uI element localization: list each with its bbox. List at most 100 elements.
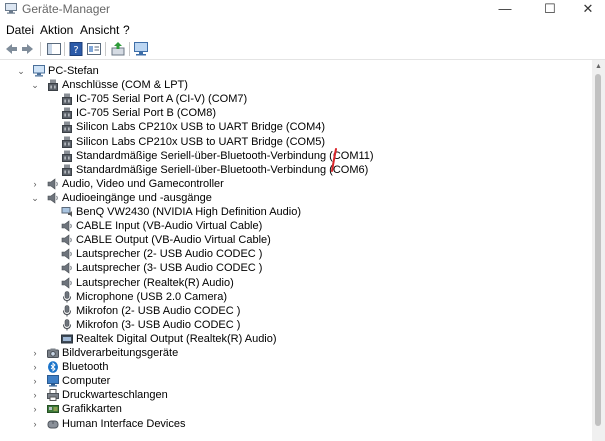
tree-device[interactable]: Silicon Labs CP210x USB to UART Bridge (…	[0, 120, 592, 134]
tree-category[interactable]: › Bluetooth	[0, 360, 592, 374]
collapse-chevron-icon[interactable]: ⌄	[30, 79, 40, 91]
scroll-thumb[interactable]	[595, 74, 601, 426]
tree-item-label: Mikrofon (2- USB Audio CODEC )	[76, 304, 241, 317]
tree-item-label: Bildverarbeitungsgeräte	[62, 347, 179, 359]
camera-icon	[47, 348, 59, 358]
back-arrow-icon[interactable]	[3, 41, 19, 57]
maximize-button[interactable]: ☐	[535, 1, 565, 17]
expand-chevron-icon[interactable]: ›	[30, 347, 40, 359]
toolbar-separator	[40, 42, 41, 56]
speaker-icon	[47, 192, 58, 204]
speaker-icon	[61, 262, 72, 274]
expand-chevron-icon[interactable]: ›	[30, 418, 40, 430]
tree-category[interactable]: ⌄ Audioeingänge und -ausgänge	[0, 191, 592, 205]
device-tree[interactable]: ⌄ PC-Stefan ⌄ Anschlüsse (COM & LPT) IC-705 …	[0, 60, 592, 441]
tree-device[interactable]: Mikrofon (3- USB Audio CODEC )	[0, 318, 592, 332]
help-book-icon[interactable]: ?	[68, 41, 84, 57]
tree-device[interactable]: CABLE Output (VB-Audio Virtual Cable)	[0, 233, 592, 247]
tree-item-label: Anschlüsse (COM & LPT)	[62, 79, 188, 92]
tree-item-label: Audioeingänge und -ausgänge	[62, 191, 212, 204]
speaker-icon	[47, 178, 58, 190]
tree-item-label: Grafikkarten	[62, 403, 122, 416]
port-icon	[62, 150, 72, 162]
tree-item-label: Druckwarteschlangen	[62, 389, 168, 402]
forward-arrow-icon[interactable]	[20, 41, 36, 57]
tree-item-label: BenQ VW2430 (NVIDIA High Definition Audi…	[76, 206, 302, 218]
update-driver-icon[interactable]	[110, 41, 126, 57]
tree-device[interactable]: Lautsprecher (Realtek(R) Audio)	[0, 276, 592, 290]
speaker-icon	[61, 276, 72, 289]
vertical-scrollbar[interactable]: ▲	[592, 60, 605, 441]
menu-help[interactable]: ?	[123, 23, 130, 37]
tree-device[interactable]: Lautsprecher (3- USB Audio CODEC )	[0, 261, 592, 275]
tree-item-label: PC-Stefan	[48, 65, 99, 77]
expand-chevron-icon[interactable]: ›	[30, 375, 40, 387]
tree-category[interactable]: › Computer	[0, 374, 592, 388]
tree-item-label: Standardmäßige Seriell-über-Bluetooth-Ve…	[76, 163, 369, 176]
tree-item-label: CABLE Output (VB-Audio Virtual Cable)	[76, 234, 271, 247]
toolbar-separator	[64, 42, 65, 56]
tree-device[interactable]: Lautsprecher (2- USB Audio CODEC )	[0, 247, 592, 261]
menu-aktion[interactable]: Aktion	[40, 23, 73, 37]
menu-datei[interactable]: Datei	[6, 23, 34, 37]
window-title: Geräte-Manager	[22, 2, 111, 16]
tree-category[interactable]: › Druckwarteschlangen	[0, 388, 592, 402]
tree-device[interactable]: IC-705 Serial Port A (CI-V) (COM7)	[0, 92, 592, 106]
port-icon	[62, 121, 72, 134]
port-icon	[62, 93, 72, 106]
tree-device[interactable]: Realtek Digital Output (Realtek(R) Audio…	[0, 332, 592, 346]
properties-icon[interactable]	[86, 41, 102, 57]
tree-device[interactable]: Silicon Labs CP210x USB to UART Bridge (…	[0, 135, 592, 149]
port-icon	[48, 79, 58, 92]
tree-device[interactable]: IC-705 Serial Port B (COM8)	[0, 106, 592, 120]
tree-category[interactable]: ⌄ Anschlüsse (COM & LPT)	[0, 78, 592, 92]
close-button[interactable]: ✕	[573, 1, 603, 17]
collapse-chevron-icon[interactable]: ⌄	[16, 65, 26, 77]
expand-chevron-icon[interactable]: ›	[30, 178, 40, 190]
tree-item-label: IC-705 Serial Port B (COM8)	[76, 107, 216, 120]
tree-device[interactable]: BenQ VW2430 (NVIDIA High Definition Audi…	[0, 205, 592, 219]
console-tree-icon[interactable]	[46, 41, 62, 57]
scan-hardware-icon[interactable]	[133, 41, 149, 57]
tree-item-label: Lautsprecher (2- USB Audio CODEC )	[76, 248, 263, 261]
tree-device[interactable]: Standardmäßige Seriell-über-Bluetooth-Ve…	[0, 163, 592, 177]
scroll-up-arrow[interactable]: ▲	[592, 61, 605, 73]
menu-bar: Datei Aktion Ansicht ?	[0, 20, 605, 39]
tree-root[interactable]: ⌄ PC-Stefan	[0, 64, 592, 78]
printer-icon	[47, 389, 59, 402]
title-bar: Geräte-Manager — ☐ ✕	[0, 0, 605, 18]
tree-item-label: Mikrofon (3- USB Audio CODEC )	[76, 318, 241, 331]
tree-category[interactable]: › Grafikkarten	[0, 402, 592, 416]
monitor-icon	[47, 375, 59, 387]
tree-item-label: Lautsprecher (Realtek(R) Audio)	[76, 276, 234, 289]
tree-category[interactable]: › Bildverarbeitungsgeräte	[0, 346, 592, 360]
digital-output-icon	[61, 334, 73, 344]
port-icon	[62, 164, 72, 176]
microphone-icon	[63, 318, 71, 331]
tree-category[interactable]: › Audio, Video und Gamecontroller	[0, 177, 592, 191]
bluetooth-icon	[48, 361, 58, 373]
tree-item-label: Microphone (USB 2.0 Camera)	[76, 290, 228, 303]
expand-chevron-icon[interactable]: ›	[30, 389, 40, 401]
expand-chevron-icon[interactable]: ›	[30, 403, 40, 415]
computer-icon	[33, 65, 45, 77]
tree-device[interactable]: CABLE Input (VB-Audio Virtual Cable)	[0, 219, 592, 233]
toolbar-separator	[105, 42, 106, 56]
monitor-audio-icon	[61, 207, 72, 217]
speaker-icon	[61, 234, 72, 246]
expand-chevron-icon[interactable]: ›	[30, 361, 40, 373]
svg-text:?: ?	[73, 45, 78, 56]
tree-item-label: Lautsprecher (3- USB Audio CODEC )	[76, 262, 263, 275]
tree-category[interactable]: › Human Interface Devices	[0, 417, 592, 431]
minimize-button[interactable]: —	[490, 1, 520, 17]
display-adapter-icon	[47, 405, 59, 414]
hid-icon	[47, 420, 59, 428]
tree-device[interactable]: Standardmäßige Seriell-über-Bluetooth-Ve…	[0, 149, 592, 163]
tree-device[interactable]: Microphone (USB 2.0 Camera)	[0, 290, 592, 304]
collapse-chevron-icon[interactable]: ⌄	[30, 192, 40, 204]
tree-item-label: Bluetooth	[62, 361, 109, 374]
menu-ansicht[interactable]: Ansicht	[80, 23, 119, 37]
tree-item-label: Computer	[62, 375, 111, 388]
tree-device[interactable]: Mikrofon (2- USB Audio CODEC )	[0, 304, 592, 318]
toolbar: ?	[0, 39, 605, 60]
